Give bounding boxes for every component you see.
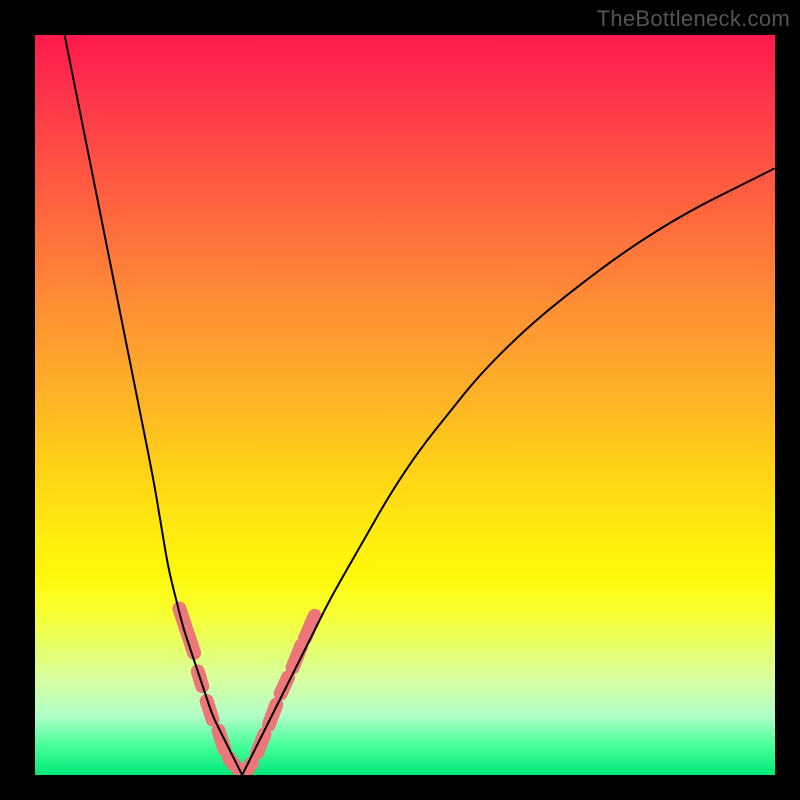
curve-right-curve bbox=[242, 168, 775, 775]
curve-left-curve bbox=[65, 35, 243, 775]
curve-layer bbox=[65, 35, 775, 775]
plot-area bbox=[35, 35, 775, 775]
chart-svg bbox=[35, 35, 775, 775]
chart-frame: TheBottleneck.com bbox=[0, 0, 800, 800]
marker-segment bbox=[179, 609, 194, 653]
marker-layer bbox=[179, 609, 314, 773]
watermark-text: TheBottleneck.com bbox=[597, 6, 790, 32]
